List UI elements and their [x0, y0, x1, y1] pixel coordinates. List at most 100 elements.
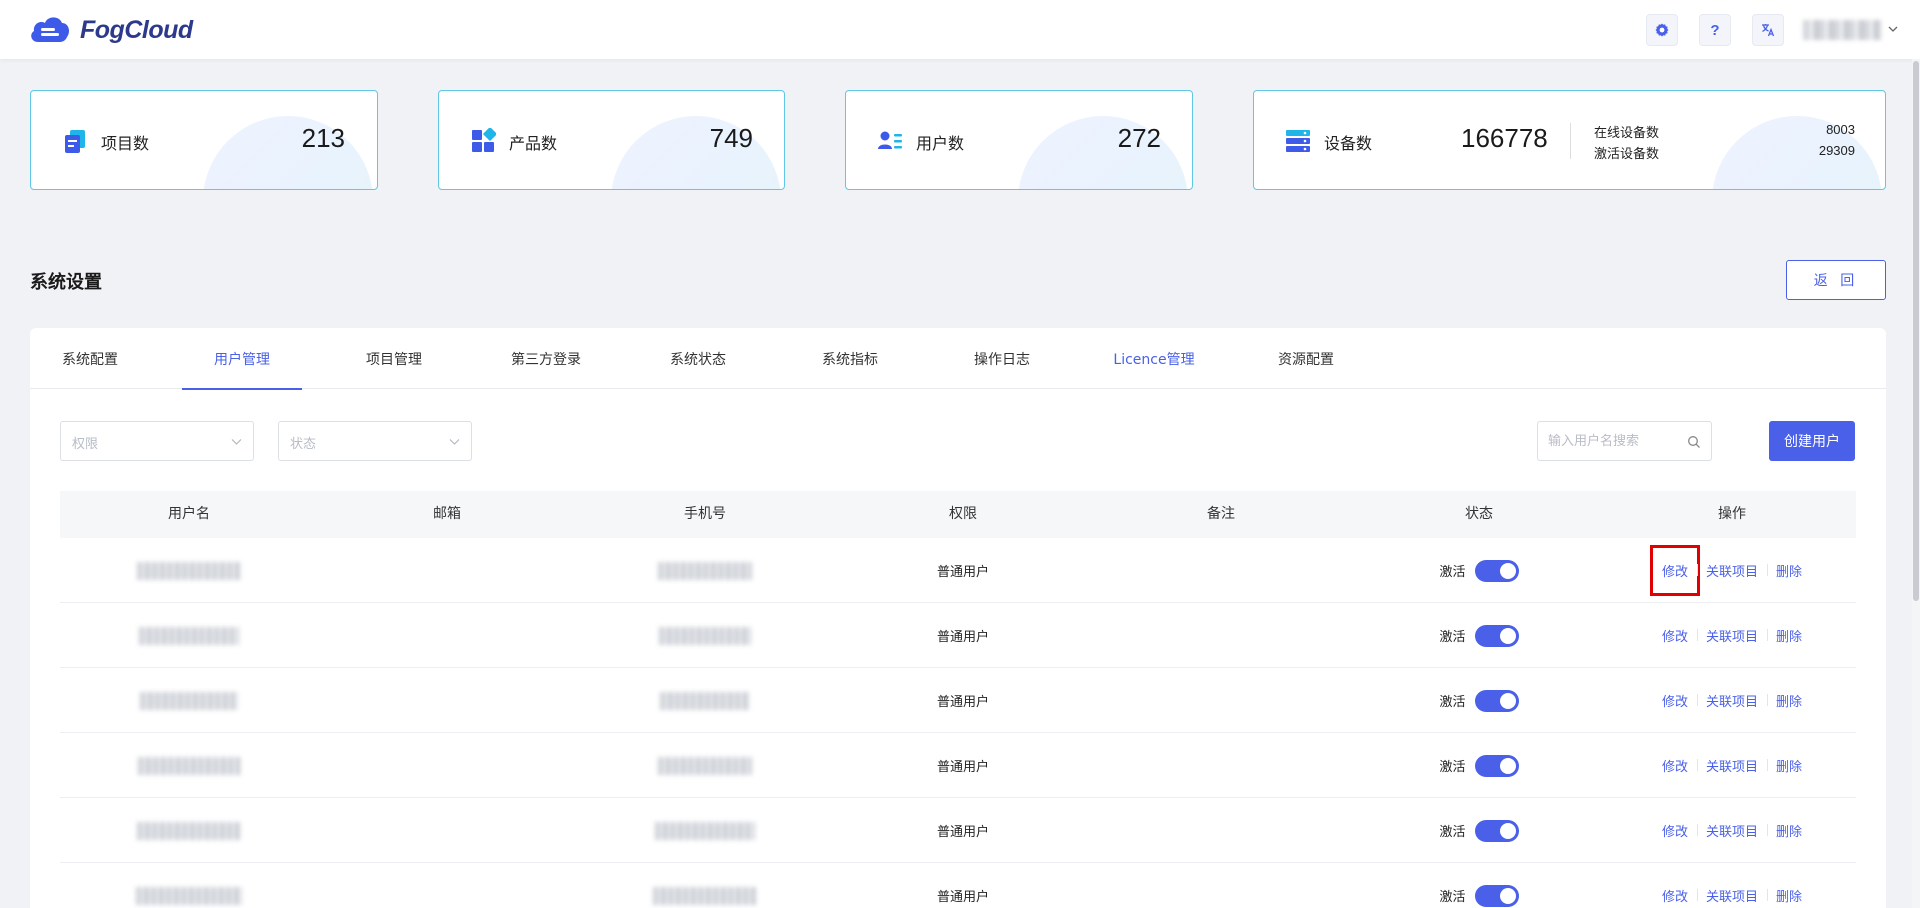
- table-row: 普通用户 激活 修改 关联项目 删除: [60, 668, 1856, 733]
- status-placeholder: 状态: [290, 437, 317, 452]
- divider: [1570, 123, 1571, 159]
- status-text: 激活: [1439, 695, 1466, 710]
- tab-user-management[interactable]: 用户管理: [182, 328, 302, 390]
- link-project-link[interactable]: 关联项目: [1696, 691, 1767, 710]
- phone-cell: [576, 863, 834, 908]
- status-text: 激活: [1439, 825, 1466, 840]
- delete-link[interactable]: 删除: [1767, 626, 1811, 645]
- redacted-username: [138, 756, 240, 775]
- column-header: 手机号: [684, 506, 726, 522]
- logo[interactable]: FogCloud: [28, 12, 193, 48]
- delete-link[interactable]: 删除: [1767, 886, 1811, 905]
- card-decoration: [1712, 116, 1882, 189]
- chevron-down-icon[interactable]: [1886, 22, 1900, 36]
- edit-link[interactable]: 修改: [1653, 821, 1697, 840]
- permission-cell: 普通用户: [936, 695, 989, 710]
- activated-devices-value: 29309: [1818, 143, 1855, 158]
- edit-link[interactable]: 修改: [1653, 756, 1697, 775]
- status-toggle[interactable]: [1474, 819, 1519, 842]
- stat-label: 项目数: [101, 134, 150, 153]
- username-cell: [60, 538, 318, 603]
- tab-resource-config[interactable]: 资源配置: [1246, 328, 1366, 389]
- delete-link[interactable]: 删除: [1767, 691, 1811, 710]
- settings-button[interactable]: [1646, 14, 1678, 46]
- stat-card-projects: 项目数 213: [30, 90, 378, 190]
- delete-link[interactable]: 删除: [1767, 821, 1811, 840]
- redacted-username: [136, 886, 242, 905]
- link-project-link[interactable]: 关联项目: [1696, 626, 1767, 645]
- back-button[interactable]: 返 回: [1786, 260, 1886, 300]
- card-decoration: [203, 116, 373, 189]
- tab-project-management[interactable]: 项目管理: [334, 328, 454, 389]
- status-toggle[interactable]: [1474, 559, 1519, 582]
- username-cell: [60, 668, 318, 733]
- phone-cell: [576, 668, 834, 733]
- stat-value: 213: [301, 123, 345, 153]
- tab-operation-log[interactable]: 操作日志: [942, 328, 1062, 389]
- actions-cell: 修改 关联项目 删除: [1608, 863, 1856, 908]
- edit-link[interactable]: 修改: [1653, 691, 1697, 710]
- permission-cell: 普通用户: [936, 890, 989, 905]
- redacted-phone: [658, 756, 752, 775]
- status-toggle[interactable]: [1474, 624, 1519, 647]
- delete-link[interactable]: 删除: [1767, 561, 1811, 580]
- status-select[interactable]: 状态: [278, 421, 472, 461]
- help-button[interactable]: ?: [1699, 14, 1731, 46]
- status-toggle[interactable]: [1474, 754, 1519, 777]
- tab-third-party-login[interactable]: 第三方登录: [486, 328, 606, 389]
- tab-system-status[interactable]: 系统状态: [638, 328, 758, 389]
- user-name[interactable]: [1803, 20, 1881, 40]
- search-input[interactable]: [1548, 431, 1688, 451]
- tab-system-metrics[interactable]: 系统指标: [790, 328, 910, 389]
- language-button[interactable]: [1752, 14, 1784, 46]
- redacted-phone: [655, 821, 755, 840]
- edit-link[interactable]: 修改: [1653, 886, 1697, 905]
- chevron-down-icon: [449, 439, 460, 445]
- link-project-link[interactable]: 关联项目: [1696, 886, 1767, 905]
- edit-link[interactable]: 修改: [1649, 545, 1700, 596]
- status-text: 激活: [1439, 890, 1466, 905]
- question-icon: ?: [1710, 21, 1720, 39]
- edit-link[interactable]: 修改: [1653, 626, 1697, 645]
- gear-icon: [1655, 23, 1669, 37]
- page-scrollbar[interactable]: [1912, 59, 1920, 908]
- redacted-phone: [660, 691, 750, 710]
- redacted-username: [140, 691, 238, 710]
- table-row: 普通用户 激活 修改 关联项目 删除: [60, 733, 1856, 798]
- actions-cell: 修改 关联项目 删除: [1608, 668, 1856, 733]
- search-icon[interactable]: [1687, 435, 1701, 449]
- scrollbar-thumb[interactable]: [1913, 61, 1919, 601]
- create-user-button[interactable]: 创建用户: [1769, 421, 1855, 461]
- username-search[interactable]: [1537, 421, 1712, 461]
- tab-licence-management[interactable]: Licence管理: [1094, 328, 1214, 389]
- delete-link[interactable]: 删除: [1767, 756, 1811, 775]
- status-toggle[interactable]: [1474, 884, 1519, 907]
- link-project-link[interactable]: 关联项目: [1696, 821, 1767, 840]
- page-title: 系统设置: [30, 272, 102, 293]
- permission-placeholder: 权限: [72, 437, 99, 452]
- column-header: 操作: [1718, 506, 1746, 522]
- link-project-link[interactable]: 关联项目: [1696, 756, 1767, 775]
- username-cell: [60, 863, 318, 908]
- username-cell: [60, 733, 318, 798]
- stat-value: 749: [709, 123, 753, 153]
- online-devices-value: 8003: [1826, 122, 1855, 137]
- users-icon: [878, 131, 902, 149]
- top-header: FogCloud ?: [0, 0, 1920, 59]
- table-row: 普通用户 激活 修改 关联项目 删除: [60, 863, 1856, 908]
- status-cell: 激活: [1350, 733, 1608, 798]
- tab-bar: 系统配置 用户管理 项目管理 第三方登录 系统状态 系统指标 操作日志 Lice…: [30, 328, 1886, 390]
- permission-select[interactable]: 权限: [60, 421, 254, 461]
- tab-system-config[interactable]: 系统配置: [30, 328, 150, 389]
- actions-cell: 修改 关联项目 删除: [1608, 603, 1856, 668]
- status-toggle[interactable]: [1474, 689, 1519, 712]
- phone-cell: [576, 603, 834, 668]
- brand-name: FogCloud: [80, 15, 193, 44]
- username-cell: [60, 603, 318, 668]
- online-devices-label: 在线设备数: [1594, 126, 1660, 141]
- permission-cell: 普通用户: [936, 565, 989, 580]
- permission-cell: 普通用户: [936, 630, 989, 645]
- status-text: 激活: [1439, 630, 1466, 645]
- stat-card-devices: 设备数 166778 在线设备数 8003 激活设备数 29309: [1253, 90, 1886, 190]
- link-project-link[interactable]: 关联项目: [1696, 561, 1767, 580]
